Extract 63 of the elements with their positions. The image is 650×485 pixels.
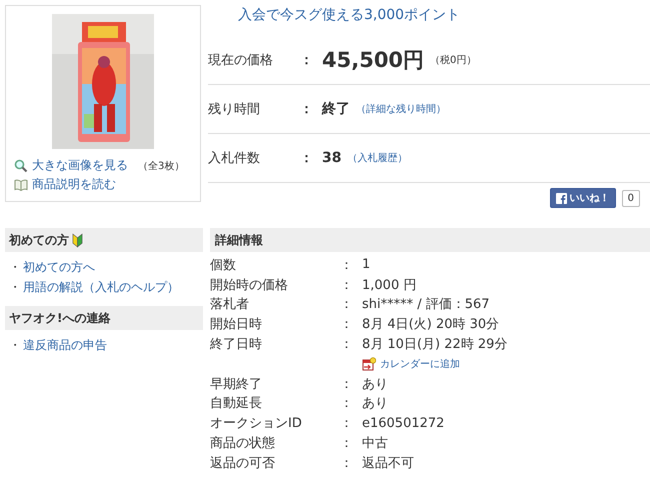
beginner-mark-icon	[72, 232, 83, 248]
like-count: 0	[622, 190, 640, 206]
detail-label: 落札者	[210, 296, 250, 314]
colon: ：	[340, 276, 354, 294]
detail-value: 8月 10日(月) 22時 29分	[362, 336, 508, 354]
bullet: ・	[9, 338, 21, 352]
detail-label: 開始時の価格	[210, 276, 289, 294]
bullet: ・	[9, 260, 21, 274]
colon: ：	[340, 415, 354, 432]
facebook-icon	[556, 192, 567, 204]
colon: ：	[340, 296, 354, 314]
like-button[interactable]: いいね！	[550, 188, 616, 208]
detail-label: 返品の可否	[210, 454, 276, 472]
detail-value: 1,000 円	[362, 276, 416, 294]
colon: ：	[340, 336, 354, 354]
detail-value: あり	[362, 395, 388, 412]
colon: ：	[300, 101, 314, 118]
bullet: ・	[9, 280, 21, 294]
image-link[interactable]: 大きな画像を見る	[32, 157, 128, 174]
detail-label: オークションID	[210, 415, 303, 432]
detail-label: 個数	[210, 256, 237, 274]
summary-value: 45,500円	[322, 47, 424, 74]
colon: ：	[340, 454, 354, 472]
colon: ：	[300, 150, 314, 167]
tax-note: （税0円）	[430, 54, 476, 67]
colon: ：	[340, 256, 354, 274]
detail-link[interactable]: （入札履歴）	[347, 151, 408, 165]
calendar-link[interactable]: カレンダーに追加	[380, 356, 460, 371]
summary-value: 終了	[322, 100, 350, 118]
section-title: 初めての方	[9, 232, 69, 248]
detail-label: 終了日時	[210, 336, 263, 354]
detail-label: 早期終了	[210, 376, 263, 393]
detail-label: 自動延長	[210, 395, 263, 412]
colon: ：	[340, 395, 354, 412]
colon: ：	[340, 316, 354, 334]
calendar-icon	[362, 356, 376, 371]
detail-value: 返品不可	[362, 454, 414, 472]
sidebar-link[interactable]: 違反商品の申告	[23, 338, 107, 352]
summary-value: 38	[322, 150, 342, 166]
sidebar-link[interactable]: 初めての方へ	[23, 260, 95, 274]
detail-label: 開始日時	[210, 316, 263, 334]
detail-label: 商品の状態	[210, 435, 276, 452]
sidebar-link[interactable]: 用語の解説（入札のヘルプ）	[23, 280, 179, 294]
detail-value: 中古	[362, 435, 388, 452]
detail-value: shi***** / 評価：567	[362, 296, 490, 314]
detail-value: 1	[362, 257, 370, 272]
image-link[interactable]: 商品説明を読む	[32, 176, 116, 193]
colon: ：	[300, 52, 314, 69]
summary-label: 現在の価格	[208, 52, 274, 69]
search-icon	[14, 158, 28, 172]
detail-value: 8月 4日(火) 20時 30分	[362, 316, 500, 334]
detail-value: あり	[362, 376, 388, 393]
promo-link[interactable]: 入会で今スグ使える3,000ポイント	[238, 6, 650, 36]
colon: ：	[340, 435, 354, 452]
colon: ：	[340, 376, 354, 393]
summary-label: 残り時間	[208, 101, 261, 118]
section-title: ヤフオク!への連絡	[9, 310, 110, 326]
detail-value: e160501272	[362, 416, 444, 431]
detail-link[interactable]: （詳細な残り時間）	[356, 102, 446, 116]
image-count: （全3枚）	[138, 160, 184, 172]
book-icon	[14, 178, 28, 192]
section-title: 詳細情報	[215, 232, 263, 248]
summary-label: 入札件数	[208, 150, 261, 167]
